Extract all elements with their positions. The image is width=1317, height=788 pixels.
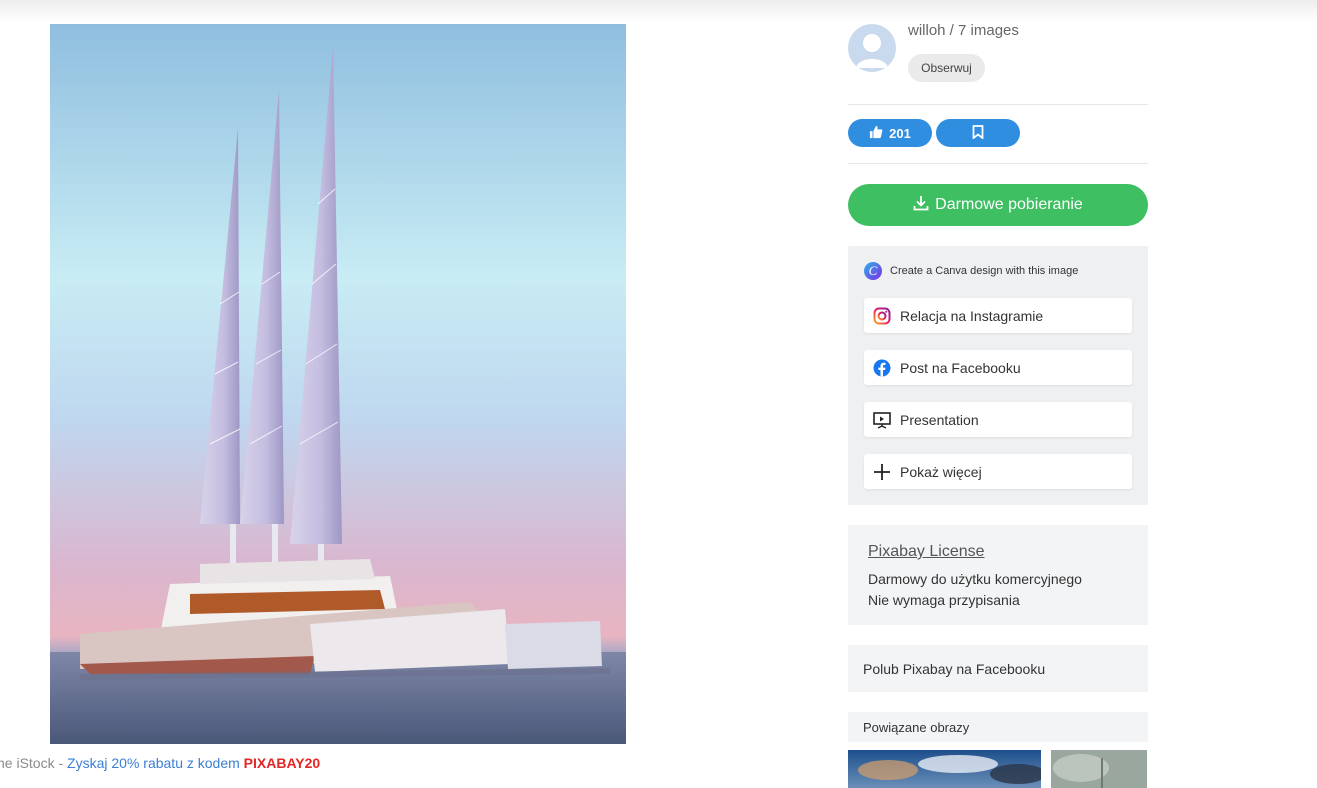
canva-show-more[interactable]: Pokaż więcej — [864, 454, 1132, 489]
avatar[interactable] — [848, 24, 896, 72]
canva-heading-text: Create a Canva design with this image — [890, 265, 1079, 277]
related-images-heading: Powiązane obrazy — [848, 712, 1148, 742]
canva-heading[interactable]: C Create a Canva design with this image — [864, 262, 1078, 280]
canva-item-label: Post na Facebooku — [900, 359, 1021, 376]
canva-item-label: Pokaż więcej — [900, 463, 982, 480]
thumbs-up-icon — [869, 125, 883, 142]
presentation-icon — [872, 410, 892, 430]
follow-button[interactable]: Obserwuj — [908, 54, 985, 82]
divider — [848, 104, 1148, 105]
top-bar-shadow — [0, 0, 1317, 22]
download-button[interactable]: Darmowe pobieranie — [848, 184, 1148, 226]
facebook-icon — [872, 358, 892, 378]
istock-promo-line: ne iStock - Zyskaj 20% rabatu z kodem PI… — [0, 755, 320, 771]
bookmark-icon — [972, 124, 984, 142]
canva-presentation[interactable]: Presentation — [864, 402, 1132, 437]
license-line: Nie wymaga przypisania — [868, 592, 1020, 608]
promo-discount-link[interactable]: Zyskaj 20% rabatu z kodem — [67, 755, 240, 771]
canva-facebook-post[interactable]: Post na Facebooku — [864, 350, 1132, 385]
bookmark-button[interactable] — [936, 119, 1020, 147]
download-icon — [913, 195, 929, 216]
author-name[interactable]: willoh / 7 images — [908, 22, 1019, 39]
promo-prefix: ne iStock - — [0, 755, 68, 771]
promo-code[interactable]: PIXABAY20 — [244, 755, 321, 771]
related-thumbnail[interactable] — [848, 750, 1041, 788]
license-link[interactable]: Pixabay License — [868, 543, 985, 561]
like-button[interactable]: 201 — [848, 119, 932, 147]
related-thumbnail[interactable] — [1051, 750, 1147, 788]
canva-panel: C Create a Canva design with this image … — [848, 246, 1148, 505]
canva-item-label: Relacja na Instagramie — [900, 307, 1044, 324]
facebook-like-promo[interactable]: Polub Pixabay na Facebooku — [848, 645, 1148, 692]
canva-instagram-story[interactable]: Relacja na Instagramie — [864, 298, 1132, 333]
main-photo[interactable] — [50, 24, 626, 744]
license-panel: Pixabay License Darmowy do użytku komerc… — [848, 525, 1148, 625]
divider — [848, 163, 1148, 164]
user-silhouette-icon — [856, 34, 888, 68]
canva-item-label: Presentation — [900, 411, 979, 428]
instagram-icon — [872, 306, 892, 326]
plus-icon — [872, 462, 892, 482]
canva-logo-icon: C — [864, 262, 882, 280]
license-line: Darmowy do użytku komercyjnego — [868, 571, 1082, 587]
like-count: 201 — [889, 125, 911, 141]
download-label: Darmowe pobieranie — [935, 196, 1083, 213]
